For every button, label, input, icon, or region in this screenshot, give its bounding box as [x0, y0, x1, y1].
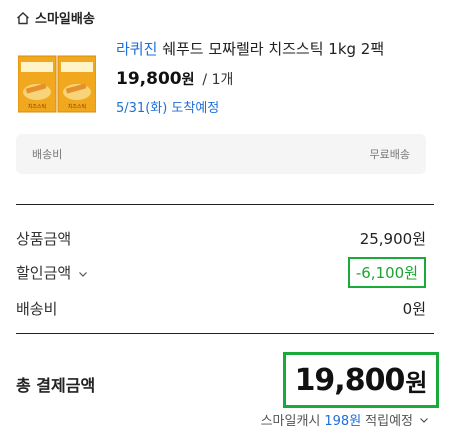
- product-quantity: / 1개: [202, 72, 234, 88]
- shipping-type-header: 스마일배송: [16, 8, 95, 27]
- divider-bottom: [16, 333, 434, 334]
- product-thumbnail[interactable]: 치즈스틱 치즈스틱: [17, 52, 97, 116]
- shipping-fee-box-label: 배송비: [32, 148, 63, 161]
- total-amount-box: 19,800 원: [283, 352, 439, 408]
- discount-toggle[interactable]: 할인금액: [16, 262, 88, 283]
- discount-row: 할인금액 -6,100원: [16, 257, 426, 288]
- smile-cash-info[interactable]: 스마일캐시 198원 적립예정: [261, 410, 429, 429]
- home-icon: [17, 11, 29, 24]
- divider-top: [16, 204, 434, 205]
- shipping-fee-box: 배송비 무료배송: [16, 134, 426, 174]
- total-amount: 19,800: [294, 362, 406, 398]
- shipping-row: 배송비 0원: [16, 298, 426, 319]
- subtotal-row: 상품금액 25,900원: [16, 228, 426, 249]
- smile-cash-points: 198원: [324, 414, 362, 429]
- total-unit: 원: [405, 368, 428, 397]
- smile-cash-suffix: 적립예정: [365, 414, 413, 429]
- product-title[interactable]: 라퀴진 쉐푸드 모짜렐라 치즈스틱 1kg 2팩: [116, 38, 384, 59]
- delivery-eta: 5/31(화) 도착예정: [116, 101, 220, 116]
- thumb-badge-right: 치즈스틱: [68, 103, 86, 110]
- shipping-label: 배송비: [16, 300, 58, 318]
- shipping-type-label: 스마일배송: [35, 12, 95, 27]
- product-item: 치즈스틱 치즈스틱 라퀴진 쉐푸드 모짜렐라 치즈스틱 1kg 2팩 19,80…: [17, 38, 384, 116]
- product-price-row: 19,800원 / 1개: [116, 69, 384, 89]
- product-price: 19,800: [116, 69, 182, 89]
- chevron-down-icon: [420, 417, 428, 423]
- thumb-badge-left: 치즈스틱: [28, 103, 46, 110]
- product-brand[interactable]: 라퀴진: [116, 40, 157, 58]
- total-label: 총 결제금액: [16, 376, 96, 395]
- chevron-down-icon: [79, 271, 87, 277]
- discount-label: 할인금액: [16, 264, 72, 282]
- product-price-unit: 원: [181, 72, 195, 88]
- shipping-value: 0원: [402, 300, 426, 318]
- product-name[interactable]: 쉐푸드 모짜렐라 치즈스틱 1kg 2팩: [162, 40, 384, 58]
- discount-value: -6,100원: [347, 257, 426, 288]
- shipping-fee-box-value: 무료배송: [369, 148, 410, 161]
- smile-cash-label: 스마일캐시: [260, 414, 321, 429]
- product-image: 치즈스틱 치즈스틱: [17, 55, 97, 113]
- subtotal-value: 25,900원: [359, 230, 426, 248]
- subtotal-label: 상품금액: [16, 230, 72, 248]
